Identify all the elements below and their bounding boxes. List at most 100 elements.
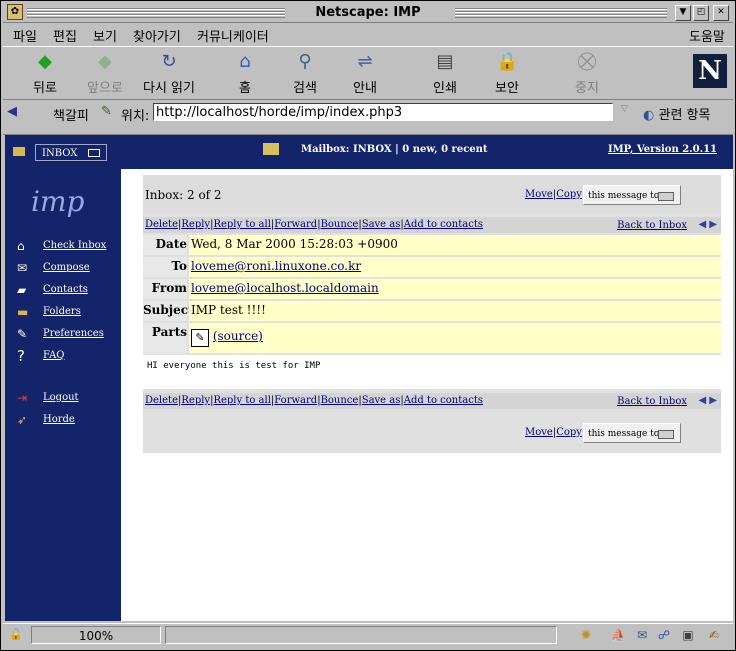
nav-check-inbox-label[interactable]: Check Inbox — [43, 240, 106, 251]
back-to-inbox-link[interactable]: Back to Inbox — [617, 220, 687, 231]
newsgroup-icon[interactable]: ☍ — [655, 627, 673, 643]
move-link[interactable]: Move — [525, 189, 553, 200]
delete-link[interactable]: Delete — [145, 219, 178, 230]
imp-sidebar: imp ⌂ Check Inbox ✉ Compose ▰ Contacts ▬… — [5, 169, 121, 621]
bookmarks-icon[interactable]: ◀ — [7, 104, 17, 119]
save-as-link[interactable]: Save as — [362, 395, 401, 406]
imp-version-link[interactable]: IMP, Version 2.0.11 — [608, 144, 717, 155]
maximize-button[interactable]: ◰ — [693, 5, 709, 21]
folder-select[interactable]: INBOX — [35, 144, 107, 161]
target-folder-select[interactable]: this message to: — [583, 423, 681, 443]
move-copy-links: Move|Copy — [525, 189, 582, 200]
print-button[interactable]: ▤ 인쇄 — [417, 49, 473, 97]
copy-link[interactable]: Copy — [556, 189, 582, 200]
source-part-icon[interactable]: ✎ — [191, 329, 209, 347]
menu-go[interactable]: 찾아가기 — [133, 26, 181, 45]
navigator-icon[interactable]: ⛵ — [609, 627, 627, 643]
page-content: INBOX Mailbox: INBOX | 0 new, 0 recent I… — [5, 135, 733, 621]
security-button[interactable]: 🔒 보안 — [479, 49, 535, 97]
copy-link[interactable]: Copy — [556, 427, 582, 438]
bookmarks-button[interactable]: 책갈피 — [53, 105, 89, 124]
to-address-link[interactable]: loveme@roni.linuxone.co.kr — [191, 259, 361, 273]
save-as-link[interactable]: Save as — [362, 219, 401, 230]
home-button[interactable]: ⌂ 홈 — [217, 49, 273, 97]
reply-all-link[interactable]: Reply to all — [213, 219, 270, 230]
source-link[interactable]: (source) — [213, 329, 263, 343]
to-row: To loveme@roni.linuxone.co.kr — [143, 257, 721, 277]
zoom-level: 100% — [31, 626, 161, 644]
nav-compose-label[interactable]: Compose — [43, 262, 90, 273]
home-label: 홈 — [239, 81, 251, 96]
address-book-icon[interactable]: ▣ — [679, 627, 697, 643]
menu-view[interactable]: 보기 — [93, 26, 117, 45]
composer-icon[interactable]: ✍ — [705, 627, 723, 643]
bounce-link[interactable]: Bounce — [321, 395, 359, 406]
collapse-tabs[interactable] — [3, 126, 733, 135]
mailbox-info: Mailbox: INBOX | 0 new, 0 recent — [301, 144, 488, 155]
menu-help[interactable]: 도움말 — [689, 26, 725, 45]
message-header-row: Inbox: 2 of 2 Move|Copy this message to: — [143, 175, 721, 213]
related-links-button[interactable]: ◐ 관련 항목 — [643, 104, 710, 123]
forward-button[interactable]: ◆ 앞으로 — [77, 49, 133, 97]
move-link[interactable]: Move — [525, 427, 553, 438]
stop-button[interactable]: ⛒ 중지 — [559, 49, 615, 97]
page-proxy-icon[interactable]: ✎ — [101, 104, 112, 119]
guide-button[interactable]: ⇌ 안내 — [337, 49, 393, 97]
nav-logout-label[interactable]: Logout — [43, 392, 79, 403]
from-row: From loveme@localhost.localdomain — [143, 279, 721, 299]
message-panel: Inbox: 2 of 2 Move|Copy this message to:… — [143, 175, 721, 453]
forward-link[interactable]: Forward — [274, 219, 317, 230]
menu-bar: 파일 편집 보기 찾아가기 커뮤니케이터 도움말 — [3, 23, 733, 45]
nav-contacts-label[interactable]: Contacts — [43, 284, 88, 295]
imp-logo: imp — [31, 185, 85, 218]
reload-button[interactable]: ↻ 다시 읽기 — [137, 49, 201, 97]
menu-file[interactable]: 파일 — [13, 26, 37, 45]
reply-link[interactable]: Reply — [181, 395, 210, 406]
nav-horde-label[interactable]: Horde — [43, 414, 75, 425]
minimize-button[interactable]: ▼ — [675, 5, 691, 21]
mail-icon[interactable]: ✉ — [633, 627, 651, 643]
back-to-inbox-link[interactable]: Back to Inbox — [617, 396, 687, 407]
target-folder-select[interactable]: this message to: — [583, 185, 681, 205]
subject-value: IMP test !!!! — [189, 301, 721, 321]
title-bar: ✿ Netscape: IMP ▼ ◰ ✕ — [3, 3, 733, 23]
logout-icon: ⇥ — [17, 391, 28, 405]
back-button[interactable]: ◆ 뒤로 — [17, 49, 73, 97]
forward-link[interactable]: Forward — [274, 395, 317, 406]
bounce-link[interactable]: Bounce — [321, 219, 359, 230]
reply-all-link[interactable]: Reply to all — [213, 395, 270, 406]
horde-icon: ➶ — [17, 413, 28, 427]
prev-next-arrows[interactable]: ◀ ▶ — [698, 395, 717, 406]
security-lock-icon[interactable]: 🔓 — [9, 628, 23, 642]
add-contacts-link[interactable]: Add to contacts — [404, 219, 483, 230]
nav-folders-label[interactable]: Folders — [43, 306, 81, 317]
prev-next-arrows[interactable]: ◀ ▶ — [698, 219, 717, 230]
reply-link[interactable]: Reply — [181, 219, 210, 230]
location-label: 위치: — [121, 109, 150, 124]
nav-preferences-label[interactable]: Preferences — [43, 328, 104, 339]
back-arrow-icon: ◆ — [38, 51, 52, 72]
from-address-link[interactable]: loveme@localhost.localdomain — [191, 281, 379, 295]
print-label: 인쇄 — [433, 81, 457, 96]
guide-label: 안내 — [353, 81, 377, 96]
to-value-cell: loveme@roni.linuxone.co.kr — [189, 257, 721, 277]
nav-faq-label[interactable]: FAQ — [43, 350, 65, 361]
menu-communicator[interactable]: 커뮤니케이터 — [197, 26, 269, 45]
close-button[interactable]: ✕ — [713, 5, 729, 21]
search-button[interactable]: ⚲ 검색 — [277, 49, 333, 97]
action-row-bottom: Delete|Reply|Reply to all|Forward|Bounce… — [143, 393, 721, 409]
subject-row: Subject IMP test !!!! — [143, 301, 721, 321]
stop-label: 중지 — [575, 81, 599, 96]
menu-edit[interactable]: 편집 — [53, 26, 77, 45]
from-value-cell: loveme@localhost.localdomain — [189, 279, 721, 299]
stop-icon: ⛒ — [577, 51, 597, 72]
url-dropdown-icon[interactable]: ▽ — [621, 104, 633, 120]
parts-row: Parts ✎ (source) — [143, 323, 721, 353]
add-contacts-link[interactable]: Add to contacts — [404, 395, 483, 406]
reload-icon: ↻ — [161, 51, 177, 72]
from-label: From — [143, 279, 187, 299]
delete-link[interactable]: Delete — [145, 395, 178, 406]
forward-label: 앞으로 — [87, 81, 123, 96]
date-row: Date Wed, 8 Mar 2000 15:28:03 +0900 — [143, 235, 721, 255]
url-field[interactable]: http://localhost/horde/imp/index.php3 — [153, 103, 613, 121]
